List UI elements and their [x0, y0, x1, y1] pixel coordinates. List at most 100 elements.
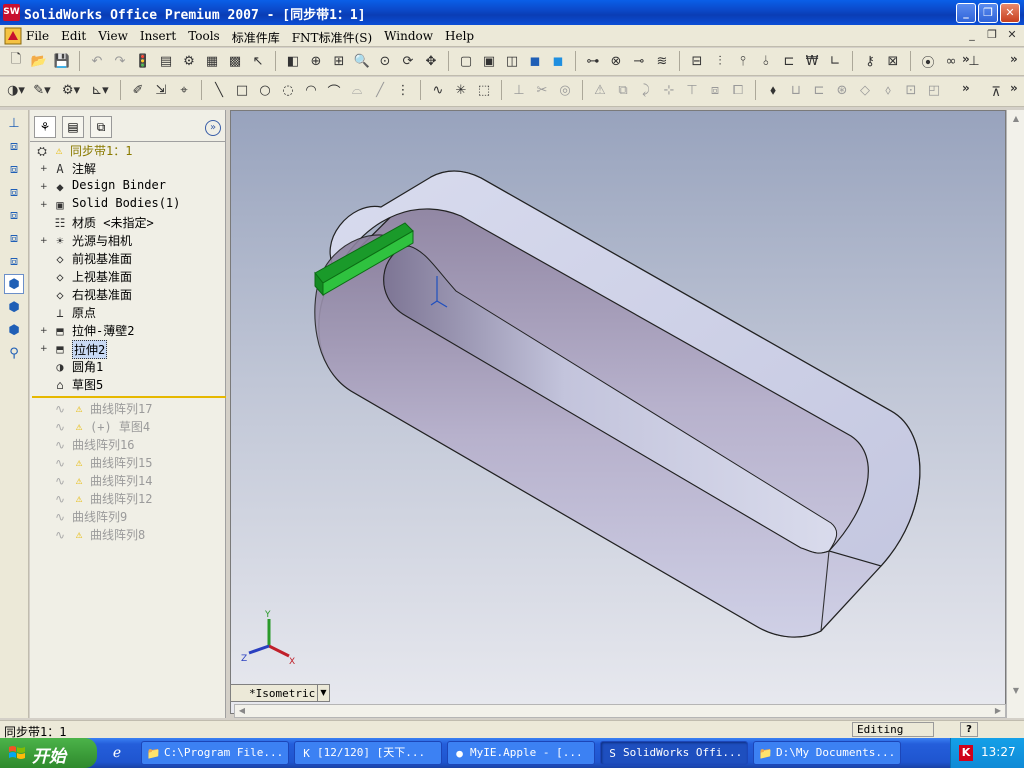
vertical-scrollbar[interactable]: ▲ ▼ [1006, 110, 1024, 718]
tree-item[interactable]: ⊥ 原点 [32, 304, 224, 322]
toolbar-overflow-icon[interactable]: » [962, 81, 970, 95]
menu-fnt-standard[interactable]: FNT标准件(S) [292, 29, 378, 46]
menu-standard-library[interactable]: 标准件库 [232, 29, 286, 46]
tree-item[interactable]: + ⬒ 拉伸-薄壁2 [32, 322, 224, 340]
circle-icon[interactable]: ○ [255, 80, 275, 100]
sheet-icon[interactable]: ▦ [202, 51, 222, 71]
tree-root-part[interactable]: ⛭ 同步带1：1 [32, 142, 224, 160]
save-icon[interactable]: 💾 [52, 51, 72, 71]
features-dropdown-icon[interactable]: ◑▾ [6, 80, 26, 100]
linear-pattern-icon[interactable]: ⊤ [682, 80, 702, 100]
centerline-icon[interactable]: ╱ [370, 80, 390, 100]
trimetric-view-icon[interactable]: ⬢ [4, 297, 24, 317]
normal-to-icon[interactable]: ⊥ [4, 113, 24, 133]
undo-icon[interactable]: ↶ [87, 51, 107, 71]
shell-icon[interactable]: ⊡ [901, 80, 921, 100]
zoom-selection-icon[interactable]: ⊙ [375, 51, 395, 71]
rebuild-icon[interactable]: 🚦 [133, 51, 153, 71]
scroll-up-icon[interactable]: ▲ [1009, 112, 1023, 126]
convert-entities-icon[interactable]: ⧠ [728, 80, 748, 100]
belt-model[interactable]: Y X Z [231, 111, 1006, 714]
expand-icon[interactable]: + [40, 237, 48, 246]
link-views-icon[interactable]: ⚲ [4, 343, 24, 363]
zoom-area-icon[interactable]: ⊞ [329, 51, 349, 71]
horizontal-scrollbar[interactable]: ◀ ▶ [234, 704, 1006, 718]
zoom-to-fit-icon[interactable]: ⊕ [306, 51, 326, 71]
move-icon[interactable]: ⧉ [613, 80, 633, 100]
measure-icon[interactable]: ⊼ [986, 82, 1006, 102]
hidden-lines-visible-icon[interactable]: ▣ [479, 51, 499, 71]
tree-item[interactable]: ⌂ 草图5 [32, 376, 224, 394]
taskbar-task[interactable]: 📁 C:\Program File... [141, 741, 289, 765]
right-view-icon[interactable]: ⧈ [4, 205, 24, 225]
expand-icon[interactable]: + [40, 327, 48, 336]
three-point-arc-icon[interactable]: ⌓ [347, 80, 367, 100]
suppressed-feature[interactable]: ∿ 曲线阵列16 [32, 436, 224, 454]
scale-icon[interactable]: ⊹ [659, 80, 679, 100]
tree-item[interactable]: ◇ 右视基准面 [32, 286, 224, 304]
bearing-icon[interactable]: ⦿ [918, 51, 938, 71]
tree-item[interactable]: ☷ 材质 <未指定> [32, 214, 224, 232]
configurations-dropdown-icon[interactable]: ⚙▾ [58, 80, 84, 100]
suppressed-feature[interactable]: ∿ 曲线阵列14 [32, 472, 224, 490]
view-dropdown-icon[interactable]: ▼ [317, 685, 329, 701]
gasket-icon[interactable]: ⊠ [883, 51, 903, 71]
spline-icon[interactable]: ∿ [428, 80, 448, 100]
mirror-icon[interactable]: ⚠ [590, 80, 610, 100]
menu-window[interactable]: Window [384, 29, 439, 46]
tag-icon[interactable]: ⬧ [763, 80, 783, 100]
loft-icon[interactable]: ⬨ [878, 80, 898, 100]
tangent-arc-icon[interactable]: ⌒ [324, 80, 344, 100]
antivirus-tray-icon[interactable]: K [959, 745, 973, 761]
file-properties-icon[interactable]: ▤ [156, 51, 176, 71]
select-pointer-icon[interactable]: ↖ [248, 51, 268, 71]
menu-view[interactable]: View [98, 29, 134, 46]
shaded-with-edges-icon[interactable]: ◼ [525, 51, 545, 71]
tree-item[interactable]: + ⬒ 拉伸2 [32, 340, 224, 359]
extruded-cut-icon[interactable]: ⊏ [809, 80, 829, 100]
redo-icon[interactable]: ↷ [110, 51, 130, 71]
dimension-dropdown-icon[interactable]: ⊾▾ [87, 80, 113, 100]
document-close-button[interactable]: ✕ [1004, 28, 1020, 43]
hidden-lines-removed-icon[interactable]: ◫ [502, 51, 522, 71]
taskbar-task[interactable]: K [12/120] [天下... [294, 741, 442, 765]
graphics-area[interactable]: Y X Z [230, 110, 1006, 714]
rectangle-icon[interactable]: □ [232, 80, 252, 100]
rotate-entities-icon[interactable]: ⤸ [636, 80, 656, 100]
mate-icon[interactable]: ⊶ [583, 51, 603, 71]
smart-dimension-icon[interactable]: ⇲ [151, 80, 171, 100]
isometric-view-icon[interactable]: ⬢ [4, 274, 24, 294]
back-view-icon[interactable]: ⧈ [4, 159, 24, 179]
zoom-in-out-icon[interactable]: 🔍 [352, 51, 372, 71]
link-icon[interactable]: ∞ [941, 51, 961, 71]
toolbar-overflow-icon-2[interactable]: » [1010, 81, 1018, 95]
sketch-fillet-icon[interactable]: ⊥ [509, 80, 529, 100]
menu-edit[interactable]: Edit [61, 29, 92, 46]
point-icon[interactable]: ✳ [451, 80, 471, 100]
close-button[interactable]: ✕ [1000, 3, 1020, 23]
new-document-icon[interactable]: 🗋 [6, 51, 26, 71]
scroll-left-icon[interactable]: ◀ [235, 705, 249, 717]
nail-icon[interactable]: ⫯ [733, 51, 753, 71]
sketch-dropdown-icon[interactable]: ✎▾ [29, 80, 55, 100]
start-button[interactable]: 开始 [0, 738, 97, 768]
solidworks-menu-icon[interactable] [4, 27, 22, 45]
tab-feature-tree[interactable]: ⚘ [34, 116, 56, 138]
menu-help[interactable]: Help [445, 29, 480, 46]
suppressed-feature[interactable]: ∿ 曲线阵列9 [32, 508, 224, 526]
previous-view-icon[interactable]: ◧ [283, 51, 303, 71]
scroll-down-icon[interactable]: ▼ [1009, 684, 1023, 698]
suppressed-feature[interactable]: ∿ 曲线阵列8 [32, 526, 224, 544]
quick-launch-ie-icon[interactable]: ℯ [108, 744, 126, 762]
dimetric-view-icon[interactable]: ⬢ [4, 320, 24, 340]
pan-icon[interactable]: ✥ [421, 51, 441, 71]
menu-insert[interactable]: Insert [140, 29, 182, 46]
revolve-icon[interactable]: ⊛ [832, 80, 852, 100]
options-icon[interactable]: ⚙ [179, 51, 199, 71]
tree-item[interactable]: ◇ 前视基准面 [32, 250, 224, 268]
expand-icon[interactable]: + [40, 201, 48, 210]
tree-item[interactable]: + ☀ 光源与相机 [32, 232, 224, 250]
suppressed-feature[interactable]: ∿ 曲线阵列17 [32, 400, 224, 418]
collapse-panel-icon[interactable]: » [205, 120, 221, 136]
minimize-button[interactable]: _ [956, 3, 976, 23]
